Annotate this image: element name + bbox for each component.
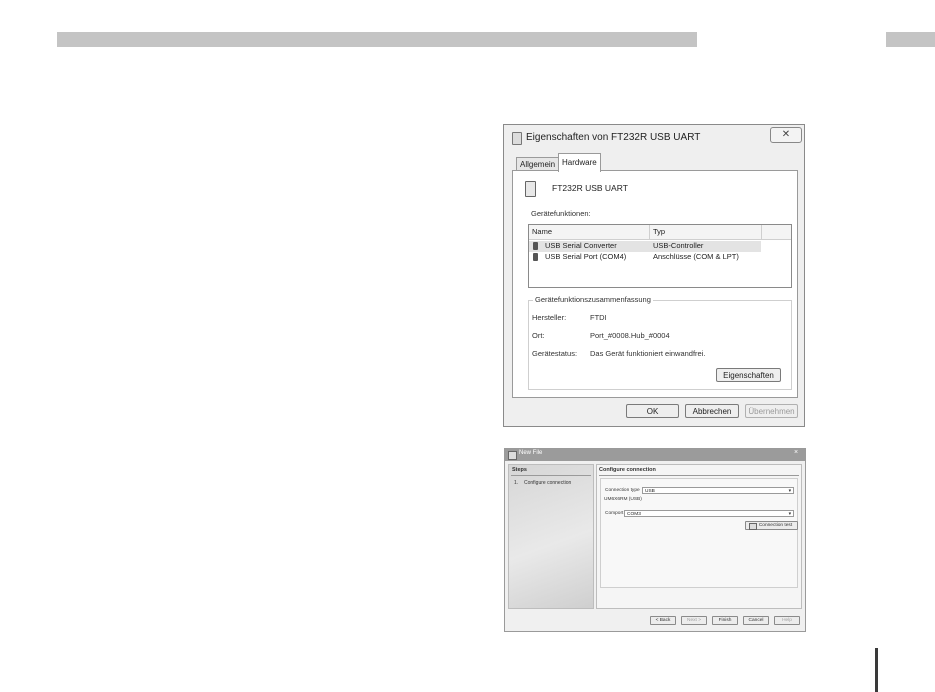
- comport-value: COM3: [627, 512, 641, 517]
- row-name: USB Serial Converter: [545, 241, 617, 250]
- status-label: Gerätestatus:: [532, 349, 578, 358]
- row-type: USB-Controller: [653, 241, 704, 250]
- device-icon: [512, 132, 522, 145]
- usb-icon: [533, 242, 538, 250]
- config-panel: Connection type USB ▾ UM6X6RM (USB) Comp…: [600, 478, 798, 588]
- device-name: FT232R USB UART: [552, 183, 628, 193]
- device-properties-dialog: Eigenschaften von FT232R USB UART ✕ Allg…: [503, 124, 805, 427]
- location-label: Ort:: [532, 331, 545, 340]
- list-item[interactable]: USB Serial Port (COM4) Anschlüsse (COM &…: [529, 252, 761, 263]
- comport-select[interactable]: COM3 ▾: [624, 510, 794, 517]
- configure-pane: Configure connection Connection type USB…: [596, 464, 802, 609]
- usb-icon: [533, 253, 538, 261]
- section-title: Configure connection: [599, 467, 656, 473]
- step-label: Configure connection: [524, 480, 572, 486]
- device-icon: [525, 181, 536, 197]
- column-header-type[interactable]: Typ: [653, 227, 665, 236]
- hardware-panel: FT232R USB UART Gerätefunktionen: Name T…: [512, 170, 798, 398]
- list-header: Name Typ: [529, 225, 791, 240]
- summary-title: Gerätefunktionszusammenfassung: [533, 295, 653, 304]
- page-margin-marker: [875, 648, 878, 692]
- close-icon[interactable]: ×: [794, 449, 798, 456]
- column-divider[interactable]: [761, 225, 762, 239]
- row-type: Anschlüsse (COM & LPT): [653, 252, 739, 261]
- step-number: 1.: [514, 480, 519, 486]
- functions-label: Gerätefunktionen:: [531, 209, 591, 218]
- device-id: UM6X6RM (USB): [604, 497, 642, 502]
- steps-header: Steps: [512, 467, 527, 473]
- tab-hardware[interactable]: Hardware: [558, 153, 601, 172]
- app-icon: [508, 451, 517, 460]
- connection-test-label: Connection test: [758, 523, 793, 528]
- steps-pane: Steps 1. Configure connection: [508, 464, 594, 609]
- dialog-title: Eigenschaften von FT232R USB UART: [526, 132, 701, 143]
- ok-button[interactable]: OK: [626, 404, 679, 418]
- next-button[interactable]: Next >: [681, 616, 707, 625]
- location-value: Port_#0008.Hub_#0004: [590, 331, 670, 340]
- summary-group: Gerätefunktionszusammenfassung Herstelle…: [528, 295, 792, 390]
- manufacturer-value: FTDI: [590, 313, 607, 322]
- connection-type-select[interactable]: USB ▾: [642, 487, 794, 494]
- finish-button[interactable]: Finish: [712, 616, 738, 625]
- list-item[interactable]: USB Serial Converter USB-Controller: [529, 241, 761, 252]
- help-button[interactable]: Help: [774, 616, 800, 625]
- comport-label: Comport: [605, 511, 624, 516]
- dialog-title: New File: [519, 450, 543, 456]
- back-button[interactable]: < Back: [650, 616, 676, 625]
- row-name: USB Serial Port (COM4): [545, 252, 627, 261]
- column-divider[interactable]: [649, 225, 650, 239]
- title-bar: New File ×: [505, 449, 805, 461]
- cancel-button[interactable]: Abbrechen: [685, 404, 739, 418]
- divider: [511, 475, 591, 476]
- functions-list[interactable]: Name Typ USB Serial Converter USB-Contro…: [528, 224, 792, 288]
- network-icon: [749, 523, 757, 530]
- close-button[interactable]: ✕: [770, 127, 802, 143]
- properties-button[interactable]: Eigenschaften: [716, 368, 781, 382]
- connection-type-value: USB: [645, 489, 655, 494]
- divider: [599, 475, 799, 476]
- column-header-name[interactable]: Name: [532, 227, 552, 236]
- connection-type-label: Connection type: [605, 488, 640, 493]
- connection-test-button[interactable]: Connection test: [745, 521, 798, 530]
- manufacturer-label: Hersteller:: [532, 313, 567, 322]
- header-bar-right: [886, 32, 935, 47]
- chevron-down-icon: ▾: [788, 489, 791, 494]
- apply-button[interactable]: Übernehmen: [745, 404, 798, 418]
- cancel-button[interactable]: Cancel: [743, 616, 769, 625]
- status-value: Das Gerät funktioniert einwandfrei.: [590, 349, 706, 358]
- new-file-dialog: New File × Steps 1. Configure connection…: [504, 448, 806, 632]
- header-bar: [57, 32, 697, 47]
- chevron-down-icon: ▾: [788, 512, 791, 517]
